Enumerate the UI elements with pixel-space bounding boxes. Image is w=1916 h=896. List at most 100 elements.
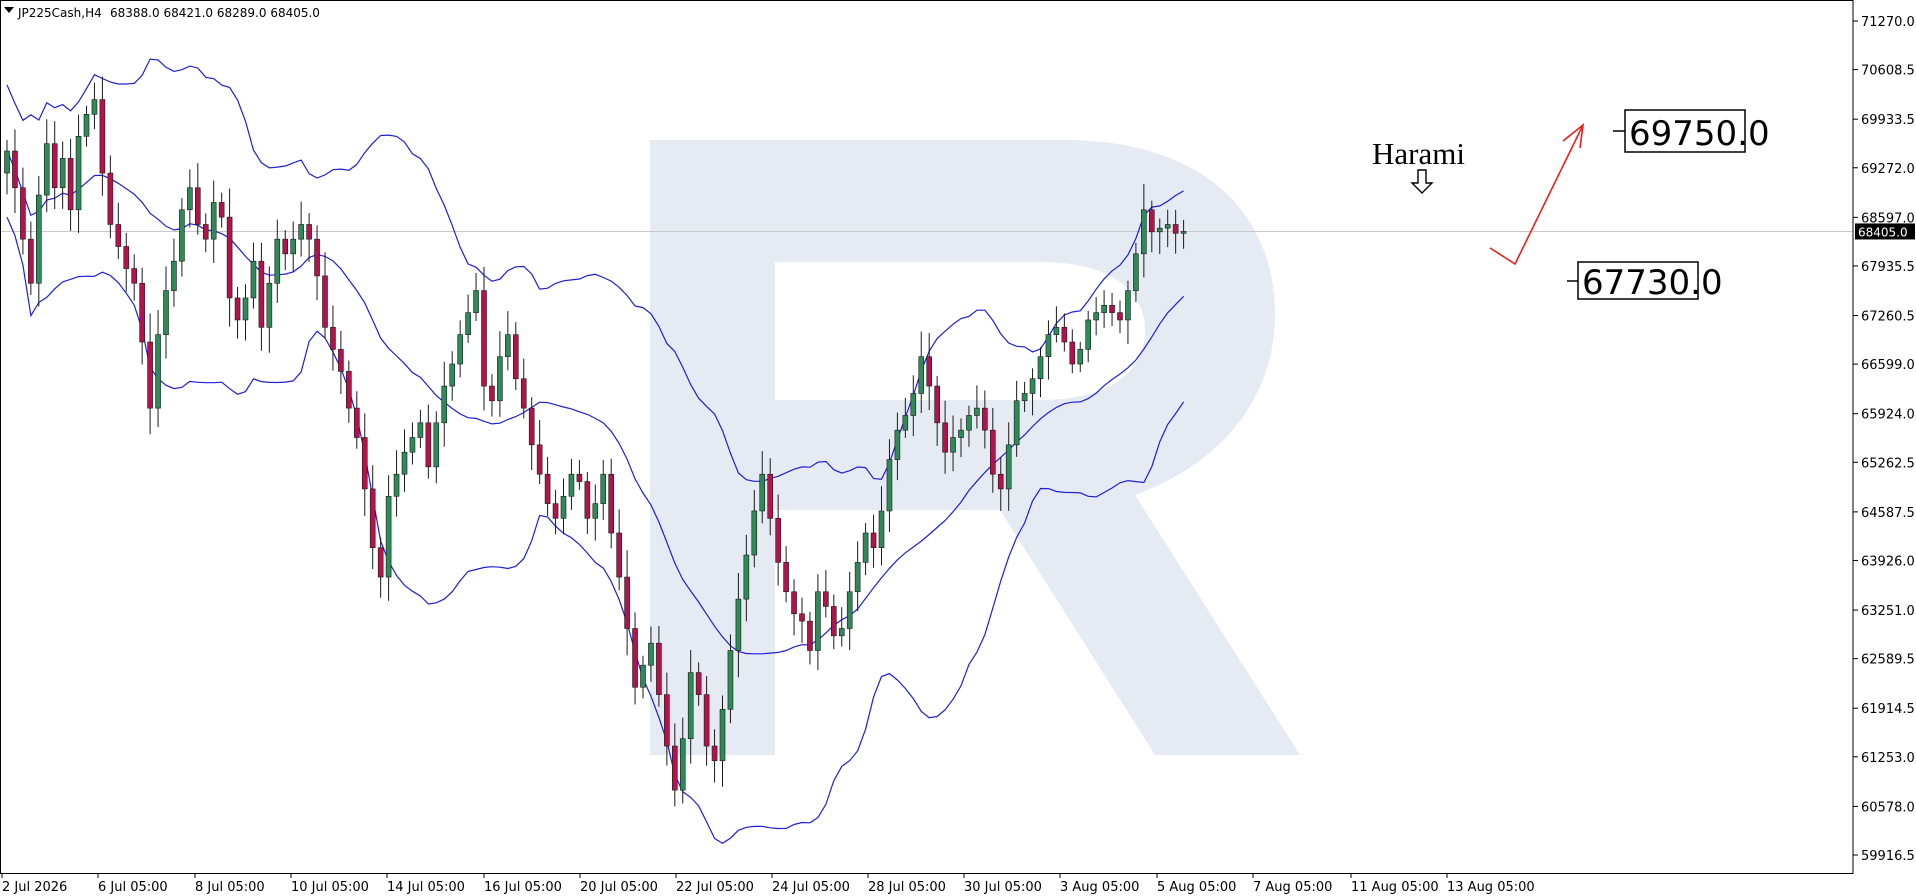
y-tick-label: 63926.0 — [1861, 554, 1915, 569]
candle-body — [481, 290, 487, 387]
candle-body — [20, 187, 26, 240]
candle-body — [274, 238, 281, 284]
dropdown-icon[interactable] — [4, 7, 14, 13]
y-tick-label: 71270.0 — [1861, 15, 1915, 30]
symbol-label: JP225Cash,H4 — [17, 6, 102, 20]
x-tick-label: 10 Jul 05:00 — [291, 880, 369, 895]
candle-body — [409, 437, 416, 453]
y-tick-label: 62589.5 — [1861, 653, 1915, 668]
candle-body — [974, 407, 980, 416]
y-tick-label: 65262.5 — [1861, 456, 1915, 471]
candle-body — [664, 694, 670, 747]
candle-body — [576, 473, 583, 482]
x-tick-label: 28 Jul 05:00 — [868, 880, 946, 895]
candle-body — [330, 327, 336, 350]
candle-body — [1061, 327, 1068, 343]
candle-body — [966, 415, 972, 431]
candle-body — [687, 672, 694, 739]
candle-body — [1164, 224, 1171, 229]
candle-body — [894, 429, 901, 460]
candle-body — [282, 238, 289, 255]
candle-body — [997, 473, 1004, 490]
candle-body — [528, 407, 535, 446]
candle-body — [1141, 209, 1147, 255]
candle-body — [1021, 393, 1028, 402]
price-chart: 71270.070608.569933.569272.068597.067935… — [0, 0, 1915, 895]
candle-body — [807, 620, 813, 651]
y-tick-label: 69272.0 — [1861, 162, 1915, 177]
candle-body — [202, 224, 209, 240]
candle-body — [369, 488, 376, 548]
candle-body — [926, 356, 933, 387]
candle-body — [187, 187, 193, 211]
candle-body — [1125, 290, 1131, 321]
x-tick-label: 16 Jul 05:00 — [484, 880, 562, 895]
candle-body — [1133, 253, 1139, 291]
x-tick-label: 7 Aug 05:00 — [1253, 880, 1332, 895]
candle-body — [353, 407, 360, 438]
candle-body — [242, 297, 249, 321]
candle-body — [679, 738, 686, 791]
candle-body — [155, 334, 161, 409]
candle-body — [489, 385, 495, 402]
candle-body — [815, 591, 821, 651]
x-tick-label: 30 Jul 05:00 — [964, 880, 1042, 895]
candle-body — [385, 495, 392, 578]
candle-body — [290, 238, 297, 255]
candle-body — [195, 187, 201, 225]
y-tick-label: 65924.0 — [1861, 408, 1915, 423]
x-tick-label: 20 Jul 05:00 — [580, 880, 658, 895]
candle-body — [783, 562, 789, 593]
candle-body — [584, 481, 591, 519]
candle-body — [823, 591, 829, 607]
candle-body — [1077, 349, 1084, 365]
candle-body — [830, 606, 837, 637]
candle-body — [854, 562, 861, 593]
candle-body — [862, 532, 869, 563]
target-up-price: 69750.0 — [1629, 114, 1770, 154]
candle-body — [163, 290, 169, 335]
candle-body — [250, 260, 257, 299]
candle-body — [1172, 224, 1179, 234]
candle-body — [735, 598, 742, 651]
candle-body — [1101, 304, 1107, 313]
candle-body — [703, 694, 710, 747]
candle-body — [568, 473, 575, 497]
candle-body — [838, 628, 845, 637]
candle-body — [361, 437, 368, 490]
candle-body — [497, 356, 503, 402]
candle-body — [377, 547, 384, 578]
x-tick-label: 24 Jul 05:00 — [772, 880, 850, 895]
x-tick-label: 14 Jul 05:00 — [387, 880, 465, 895]
candle-body — [298, 224, 304, 240]
candle-body — [552, 503, 559, 519]
target-down-price: 67730.0 — [1582, 263, 1723, 303]
candle-body — [67, 158, 74, 211]
candle-body — [846, 591, 853, 629]
candle-body — [608, 473, 615, 534]
candle-body — [218, 202, 225, 218]
y-tick-label: 67260.5 — [1861, 310, 1915, 325]
candle-body — [743, 554, 750, 600]
candle-body — [989, 429, 996, 475]
candle-body — [520, 378, 527, 409]
candle-body — [314, 238, 320, 277]
candle-body — [600, 473, 607, 504]
candle-body — [1045, 334, 1052, 358]
candle-body — [91, 99, 98, 115]
ohlc-values: 68388.0 68421.0 68289.0 68405.0 — [110, 6, 320, 20]
candle-body — [28, 238, 34, 284]
candle-body — [306, 224, 312, 240]
candle-body — [449, 363, 456, 387]
candle-body — [767, 473, 774, 519]
candle-body — [401, 451, 408, 475]
y-tick-label: 66599.0 — [1861, 358, 1915, 373]
y-tick-label: 61914.5 — [1861, 702, 1915, 717]
candle-body — [465, 312, 471, 335]
x-tick-label: 8 Jul 05:00 — [195, 880, 265, 895]
candle-body — [338, 349, 344, 372]
candle-body — [1085, 319, 1091, 350]
x-tick-label: 11 Aug 05:00 — [1351, 880, 1439, 895]
candle-body — [115, 224, 122, 247]
x-tick-label: 2 Jul 2026 — [2, 880, 67, 895]
